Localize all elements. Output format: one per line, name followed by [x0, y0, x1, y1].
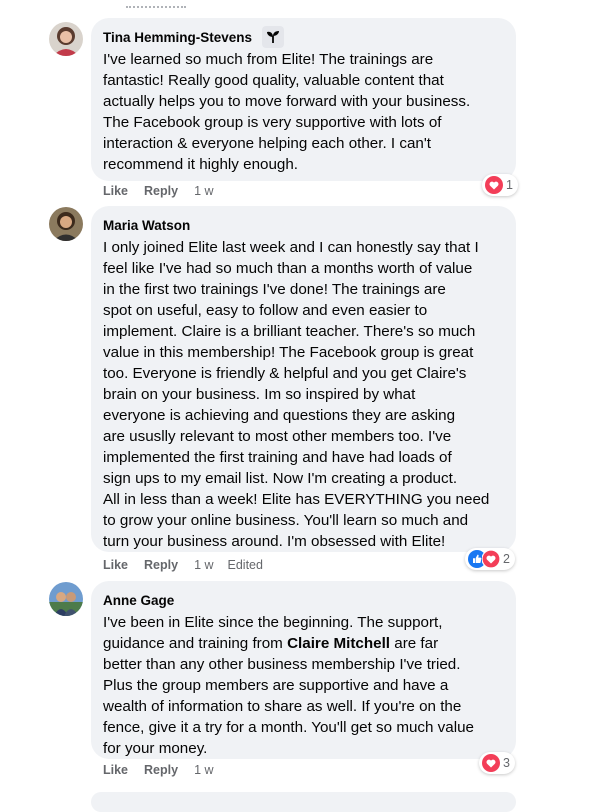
next-comment-bubble-edge [91, 792, 516, 812]
comment-text: I only joined Elite last week and I can … [103, 239, 490, 550]
mention-link[interactable]: Claire Mitchell [287, 635, 390, 652]
reply-button[interactable]: Reply [144, 558, 178, 572]
like-button[interactable]: Like [103, 184, 128, 198]
avatar[interactable] [49, 207, 83, 241]
previous-comment-edge [126, 0, 186, 8]
avatar[interactable] [49, 22, 83, 56]
love-icon [482, 550, 500, 568]
reaction-count: 2 [503, 552, 510, 566]
comment-timestamp[interactable]: 1 w [194, 763, 213, 777]
like-button[interactable]: Like [103, 763, 128, 777]
reaction-summary[interactable]: 2 [465, 548, 515, 570]
reaction-count: 1 [506, 178, 513, 192]
comment-timestamp[interactable]: 1 w [194, 558, 213, 572]
reaction-summary[interactable]: 3 [479, 752, 515, 774]
comment-text: I've learned so much from Elite! The tra… [103, 51, 471, 173]
edited-label[interactable]: Edited [228, 558, 263, 572]
avatar-photo [49, 582, 83, 616]
reply-button[interactable]: Reply [144, 763, 178, 777]
comment-author[interactable]: Tina Hemming-Stevens [103, 30, 252, 45]
comment-bubble: Maria Watson I only joined Elite last we… [91, 206, 516, 552]
love-icon [482, 754, 500, 772]
comment-actions: Like Reply 1 w [103, 763, 228, 777]
comment-bubble: Anne Gage I've been in Elite since the b… [91, 581, 516, 759]
comment-author[interactable]: Maria Watson [103, 218, 190, 233]
sprout-icon [267, 31, 280, 43]
comment-bubble: Tina Hemming-Stevens I've learned so muc… [91, 18, 516, 181]
love-icon [485, 176, 503, 194]
comment-text-end: are far better than any other business m… [103, 635, 474, 757]
avatar-photo [49, 207, 83, 241]
avatar-photo [49, 22, 83, 56]
reaction-summary[interactable]: 1 [482, 174, 518, 196]
like-button[interactable]: Like [103, 558, 128, 572]
comment-text: I've been in Elite since the beginning. … [103, 612, 504, 759]
reply-button[interactable]: Reply [144, 184, 178, 198]
avatar[interactable] [49, 582, 83, 616]
comment-author[interactable]: Anne Gage [103, 593, 174, 608]
reaction-count: 3 [503, 756, 510, 770]
comment-actions: Like Reply 1 w [103, 184, 228, 198]
rising-contributor-badge[interactable] [262, 26, 285, 48]
comment-actions: Like Reply 1 w Edited [103, 558, 263, 572]
comment-timestamp[interactable]: 1 w [194, 184, 213, 198]
